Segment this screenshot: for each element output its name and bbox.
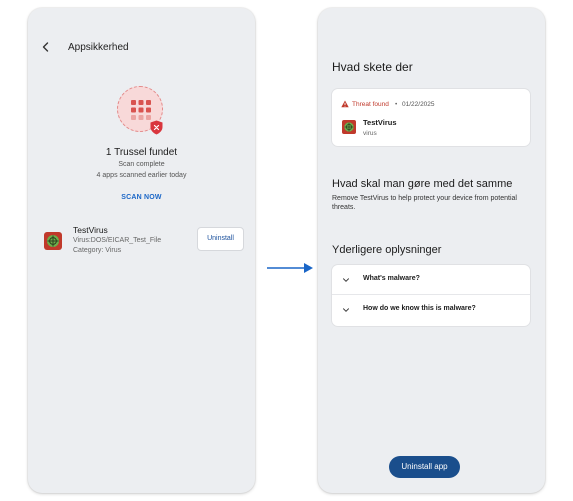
threat-count-heading: 1 Trussel fundet bbox=[105, 147, 178, 158]
app-security-screen: Appsikkerhed 1 Trussel fundet Scan compl… bbox=[28, 8, 255, 493]
threat-app-name: TestVirus bbox=[363, 118, 397, 127]
apps-grid-icon bbox=[131, 100, 151, 120]
scan-status-text: Scan complete bbox=[118, 161, 165, 168]
scan-summary-text: 4 apps scanned earlier today bbox=[96, 172, 187, 179]
faq-item-what-is-malware[interactable]: What's malware? bbox=[332, 265, 530, 295]
app-icon bbox=[44, 232, 62, 250]
threat-date: 01/22/2025 bbox=[402, 101, 435, 108]
separator-dot: • bbox=[395, 101, 398, 108]
app-icon bbox=[342, 120, 356, 134]
faq-label: How do we know this is malware? bbox=[363, 305, 476, 312]
more-info-list: What's malware? How do we know this is m… bbox=[332, 265, 530, 326]
threat-category: Category: Virus bbox=[73, 247, 122, 254]
faq-label: What's malware? bbox=[363, 275, 420, 282]
chevron-down-icon bbox=[343, 308, 349, 312]
threat-signature: Virus:DOS/EICAR_Test_File bbox=[73, 237, 162, 244]
threat-event-card: Threat found • 01/22/2025 TestVirus viru… bbox=[332, 89, 530, 146]
threat-status-illustration bbox=[117, 86, 163, 135]
uninstall-app-button[interactable]: Uninstall app bbox=[389, 456, 460, 478]
threat-app-name: TestVirus bbox=[73, 225, 108, 235]
arrow-right-icon bbox=[267, 263, 313, 273]
virus-app-icon bbox=[47, 235, 59, 247]
chevron-down-icon bbox=[343, 278, 349, 282]
scan-now-button[interactable]: SCAN NOW bbox=[28, 194, 255, 201]
what-happened-heading: Hvad skete der bbox=[332, 60, 413, 74]
uninstall-button[interactable]: Uninstall bbox=[197, 227, 244, 251]
warning-icon bbox=[341, 100, 349, 108]
faq-item-how-we-know[interactable]: How do we know this is malware? bbox=[332, 295, 530, 325]
page-title: Appsikkerhed bbox=[68, 42, 129, 53]
threat-found-label: Threat found bbox=[352, 101, 389, 108]
what-now-description: Remove TestVirus to help protect your de… bbox=[332, 195, 517, 211]
threat-details-screen: Hvad skete der Threat found • 01/22/2025… bbox=[318, 8, 545, 493]
top-app-bar: Appsikkerhed bbox=[28, 38, 255, 58]
threat-app-type: virus bbox=[363, 130, 377, 137]
chevron-left-icon[interactable] bbox=[39, 40, 53, 54]
what-now-heading: Hvad skal man gøre med det samme bbox=[332, 178, 513, 190]
threat-list-item[interactable]: TestVirus Virus:DOS/EICAR_Test_File Cate… bbox=[44, 222, 244, 260]
virus-app-icon bbox=[344, 122, 354, 132]
more-info-heading: Yderligere oplysninger bbox=[332, 244, 442, 256]
shield-alert-icon bbox=[150, 120, 163, 135]
